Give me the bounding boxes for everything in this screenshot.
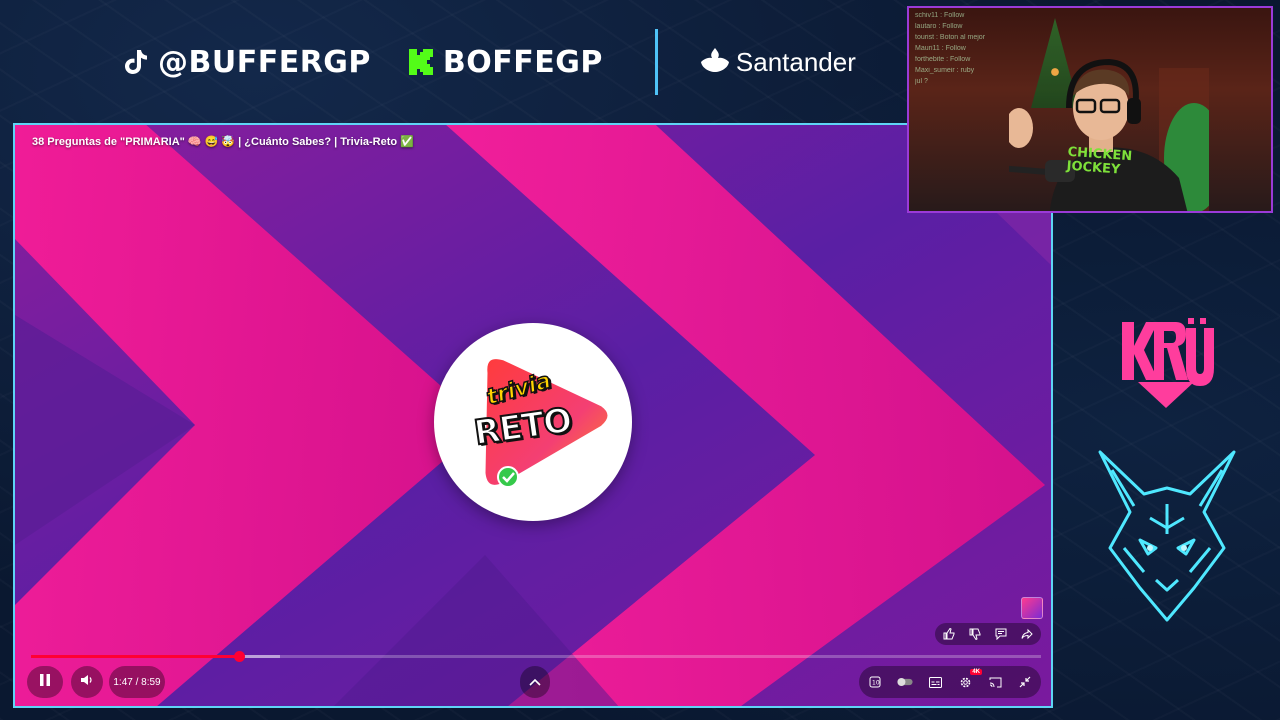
right-controls: 10 4K xyxy=(859,666,1041,698)
settings-icon[interactable]: 4K xyxy=(957,669,982,690)
time-display: 1:47 / 8:59 xyxy=(109,666,165,698)
trivia-reto-logo: trivia RETO xyxy=(434,323,632,521)
banner-divider xyxy=(654,29,658,95)
comment-icon[interactable] xyxy=(993,626,1009,642)
sponsor-santander: Santander xyxy=(700,47,856,78)
cast-icon[interactable] xyxy=(987,674,1003,690)
social-kick: BOFFEGP xyxy=(407,45,603,80)
streamer xyxy=(1009,58,1209,211)
volume-icon xyxy=(80,673,94,691)
kick-icon xyxy=(407,47,435,77)
santander-flame-icon xyxy=(700,47,730,78)
webcam-feed: schiv11 : Follow lautaro : Follow touris… xyxy=(907,6,1273,213)
fox-head-icon xyxy=(1098,450,1236,622)
chevron-up-icon xyxy=(529,673,541,691)
video-player[interactable]: 38 Preguntas de "PRIMARIA" 🧠 😅 🤯 | ¿Cuán… xyxy=(13,123,1053,708)
thumbs-up-icon[interactable] xyxy=(941,626,957,642)
kick-handle: BOFFEGP xyxy=(442,44,603,80)
chat-line: schiv11 : Follow xyxy=(915,12,965,19)
subtitles-icon[interactable] xyxy=(927,674,943,690)
svg-text:10: 10 xyxy=(872,680,880,687)
tiktok-handle: @BUFFERGP xyxy=(158,44,371,80)
quality-badge: 4K xyxy=(970,669,982,675)
video-title[interactable]: 38 Preguntas de "PRIMARIA" 🧠 😅 🤯 | ¿Cuán… xyxy=(32,135,414,148)
expand-button[interactable] xyxy=(520,666,550,698)
social-tiktok: @BUFFERGP xyxy=(122,45,371,80)
share-icon[interactable] xyxy=(1019,626,1035,642)
chat-line: tourist : Boton al mejor xyxy=(915,34,986,41)
social-banner: @BUFFERGP BOFFEGP Santander xyxy=(122,29,856,95)
player-controls: 1:47 / 8:59 10 4K xyxy=(15,658,1051,706)
speed-icon[interactable]: 10 xyxy=(867,674,883,690)
chat-line: lautaro : Follow xyxy=(915,23,963,30)
sponsor-name: Santander xyxy=(735,46,856,77)
shirt-text: CHICKEN JOCKEY xyxy=(1066,145,1133,178)
autoplay-toggle-icon[interactable] xyxy=(897,674,913,690)
video-actions xyxy=(935,623,1041,645)
mute-button[interactable] xyxy=(71,666,103,698)
time-text: 1:47 / 8:59 xyxy=(113,676,161,688)
exit-fullscreen-icon[interactable] xyxy=(1017,674,1033,690)
pause-icon xyxy=(39,673,51,692)
channel-watermark[interactable] xyxy=(1021,597,1043,619)
play-pause-button[interactable] xyxy=(27,666,63,698)
kru-logo xyxy=(1122,318,1214,408)
tiktok-icon xyxy=(122,47,150,77)
thumbs-down-icon[interactable] xyxy=(967,626,983,642)
